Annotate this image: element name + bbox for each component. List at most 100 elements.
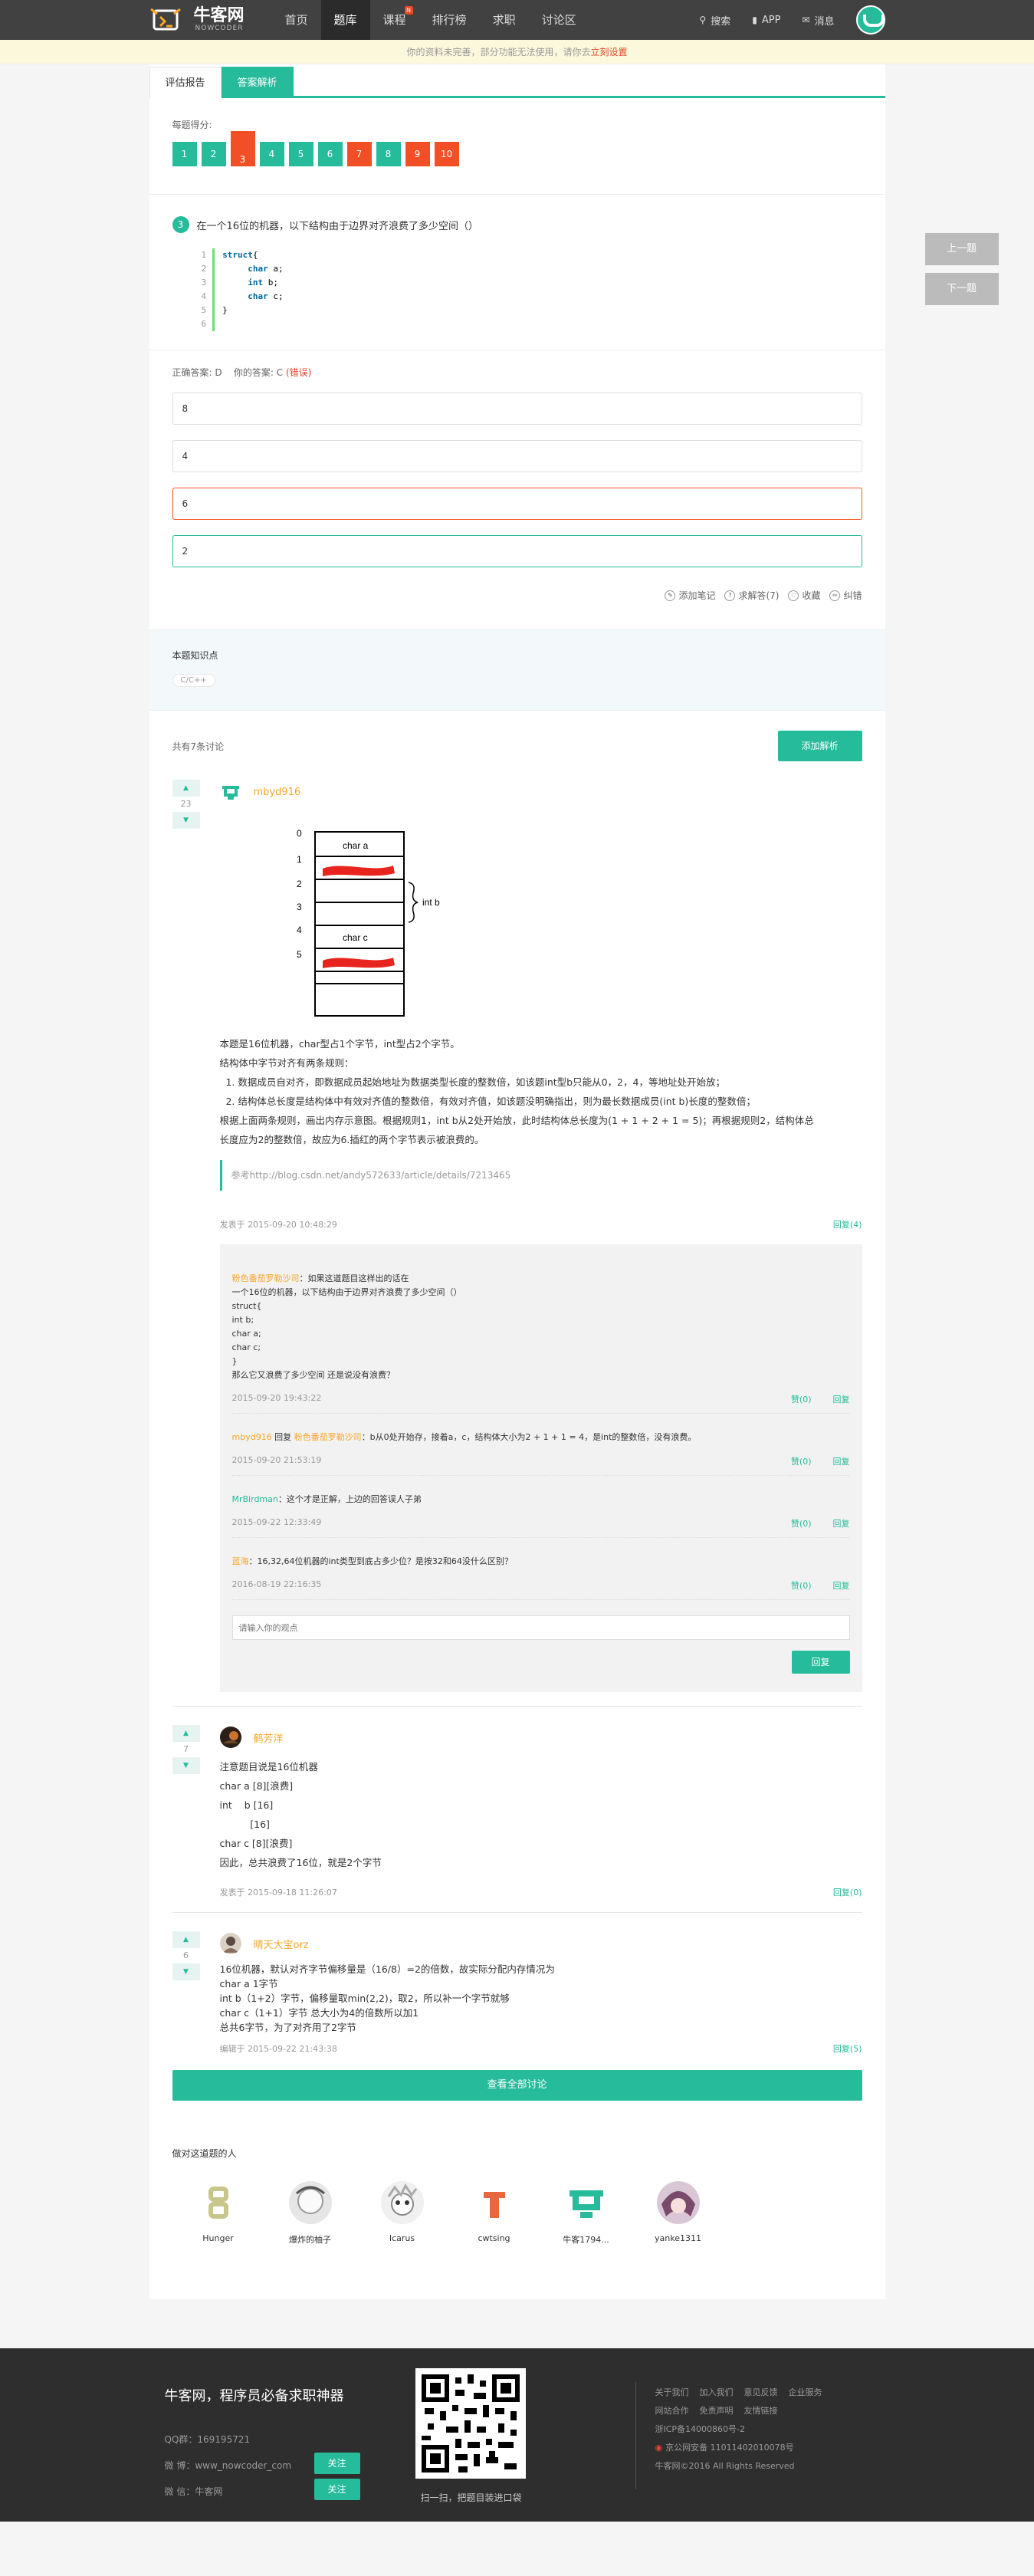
follow-weixin-button[interactable]: 关注 (313, 2479, 360, 2500)
knowledge-tag[interactable]: C/C++ (172, 674, 215, 687)
comment-author[interactable]: 蓝海 (232, 1556, 249, 1566)
question-score-box[interactable]: 6 (317, 142, 343, 166)
comment-body: ：如果这道题目这样出的话在 一个16位的机器，以下结构由于边界对齐浪费了多少空间… (231, 1273, 462, 1380)
knowledge-section: 本题知识点 C/C++ (149, 629, 885, 711)
like-button[interactable]: 赞(0) (791, 1517, 812, 1530)
nav-item[interactable]: 求职 (480, 0, 529, 40)
footer-link-join[interactable]: 加入我们 (700, 2384, 734, 2402)
messages-link[interactable]: ✉ 消息 (802, 13, 834, 28)
user-card[interactable]: cwtsing (448, 2181, 540, 2246)
report-error-button[interactable]: ✏ 纠错 (829, 589, 862, 602)
like-button[interactable]: 赞(0) (791, 1455, 812, 1467)
code-line: } (222, 305, 228, 315)
username[interactable]: mbyd916 (254, 787, 301, 798)
comment-time: 2015-09-20 19:43:22 (231, 1393, 322, 1403)
correct-answer: 正确答案: D (172, 367, 222, 378)
question-score-box[interactable]: 3 (230, 131, 255, 166)
question-score-box[interactable]: 1 (172, 142, 197, 166)
discussion-count: 共有7条讨论 (172, 741, 225, 752)
footer-link-feedback[interactable]: 意见反馈 (744, 2384, 778, 2402)
comment-reply-button[interactable]: 回复 (833, 1455, 850, 1467)
downvote-button[interactable]: ▼ (172, 1963, 200, 1980)
tab-answer-analysis[interactable]: 答案解析 (221, 67, 294, 98)
code-lines: struct{ char a; int b; char c;} (215, 248, 284, 331)
upvote-button[interactable]: ▲ (172, 1725, 200, 1742)
username[interactable]: 鹤芳洋 (254, 1730, 284, 1745)
add-analysis-button[interactable]: 添加解析 (777, 731, 862, 761)
footer-link-friends[interactable]: 友情链接 (744, 2402, 778, 2420)
footer-link-disclaimer[interactable]: 免责声明 (700, 2402, 734, 2420)
row-label: 3 (297, 902, 302, 912)
site-logo[interactable]: 牛客网 NOWCODER (149, 5, 245, 35)
comment-author[interactable]: MrBirdman (232, 1494, 278, 1504)
footer-link-enterprise[interactable]: 企业服务 (789, 2384, 822, 2402)
follow-weibo-button[interactable]: 关注 (313, 2453, 360, 2474)
option-b: 4 (172, 440, 862, 472)
user-card[interactable]: 爆炸的柚子 (264, 2181, 356, 2246)
question-score-box[interactable]: 7 (346, 142, 372, 166)
favorite-button[interactable]: ♡ 收藏 (788, 589, 820, 602)
comment-item: mbyd916 回复 粉色番茄罗勒沙司：b从0处开始存，接着a，c，结构体大小为… (231, 1414, 850, 1476)
answer-section: 正确答案: D 你的答案: C (错误) 8 4 6 2 ✎ 添加笔记 ? 求解答(… (149, 350, 885, 617)
discussion-post: ▲ 23 ▼ mbyd916 0 1 2 3 4 5 char a char c… (172, 761, 862, 1707)
comment-input[interactable] (231, 1615, 850, 1640)
footer-icp[interactable]: 浙ICP备14000860号-2 (655, 2420, 870, 2439)
footer-link-cooperation[interactable]: 网站合作 (655, 2402, 689, 2420)
reply-link[interactable]: 回复(5) (833, 2042, 862, 2055)
ask-answer-button[interactable]: ? 求解答(7) (724, 589, 779, 602)
comment-reply-button[interactable]: 回复 (833, 1517, 850, 1530)
username[interactable]: 晴天大宝orz (254, 1937, 309, 1951)
search-link[interactable]: ⚲ 搜索 (699, 13, 730, 28)
user-card[interactable]: 牛客1794... (540, 2181, 632, 2246)
comment-reply-button[interactable]: 回复 (833, 1393, 850, 1405)
upvote-button[interactable]: ▲ (172, 780, 200, 797)
prev-question-button[interactable]: 上一题 (924, 233, 999, 265)
code-line: int b; (248, 278, 278, 288)
question-score-box[interactable]: 9 (405, 142, 430, 166)
nav-item[interactable]: 课程 N (370, 0, 419, 40)
nav-item[interactable]: 首页 (272, 0, 321, 40)
post-time: 发表于 2015-09-18 11:26:07 (219, 1888, 337, 1898)
comment-author[interactable]: 粉色番茄罗勒沙司 (232, 1273, 300, 1283)
setup-now-link[interactable]: 立刻设置 (591, 47, 628, 58)
question-score-box[interactable]: 8 (376, 142, 401, 166)
view-all-discussions-button[interactable]: 查看全部讨论 (172, 2070, 862, 2101)
comment-reply-button[interactable]: 回复 (833, 1579, 850, 1592)
submit-reply-button[interactable]: 回复 (791, 1651, 850, 1674)
footer-police[interactable]: 京公网安备 11011402010078号 (665, 2439, 793, 2457)
reply-link[interactable]: 回复(0) (833, 1886, 862, 1898)
like-button[interactable]: 赞(0) (791, 1579, 812, 1592)
user-avatar[interactable] (219, 1933, 241, 1954)
code-line-number: 2 (201, 264, 207, 274)
question-score-box[interactable]: 4 (259, 142, 284, 166)
question-score-box[interactable]: 2 (201, 142, 226, 166)
question-actions: ✎ 添加笔记 ? 求解答(7) ♡ 收藏 ✏ 纠错 (172, 583, 862, 602)
user-avatar[interactable] (855, 5, 885, 34)
user-card[interactable]: Hunger (172, 2181, 264, 2246)
next-question-button[interactable]: 下一题 (924, 273, 999, 305)
your-answer: 你的答案: C (233, 367, 284, 378)
question-score-box[interactable]: 10 (434, 142, 459, 166)
add-note-button[interactable]: ✎ 添加笔记 (665, 589, 715, 602)
reply-link[interactable]: 回复(4) (833, 1218, 862, 1230)
footer-link-about[interactable]: 关于我们 (655, 2384, 689, 2402)
downvote-button[interactable]: ▼ (172, 812, 200, 829)
user-card[interactable]: yanke1311 (632, 2181, 724, 2246)
nav-item[interactable]: 讨论区 (529, 0, 589, 40)
question-score-box[interactable]: 5 (288, 142, 313, 166)
user-avatar[interactable] (219, 1727, 241, 1748)
comment-author[interactable]: mbyd916 (232, 1432, 272, 1442)
nav-item[interactable]: 排行榜 (419, 0, 480, 40)
vote-count: 23 (180, 799, 192, 809)
tab-evaluation-report[interactable]: 评估报告 (149, 67, 222, 98)
user-avatar[interactable] (219, 781, 241, 803)
upvote-button[interactable]: ▲ (172, 1931, 200, 1948)
app-link[interactable]: ▮ APP (752, 15, 780, 26)
user-card[interactable]: Icarus (356, 2181, 448, 2246)
nav-item[interactable]: 题库 (320, 0, 370, 40)
like-button[interactable]: 赞(0) (791, 1393, 812, 1405)
question-text: 在一个16位的机器，以下结构由于边界对齐浪费了多少空间（） (196, 220, 479, 232)
downvote-button[interactable]: ▼ (172, 1757, 200, 1774)
comment-reply-target[interactable]: 粉色番茄罗勒沙司 (294, 1432, 362, 1442)
user-avatar (196, 2181, 240, 2224)
